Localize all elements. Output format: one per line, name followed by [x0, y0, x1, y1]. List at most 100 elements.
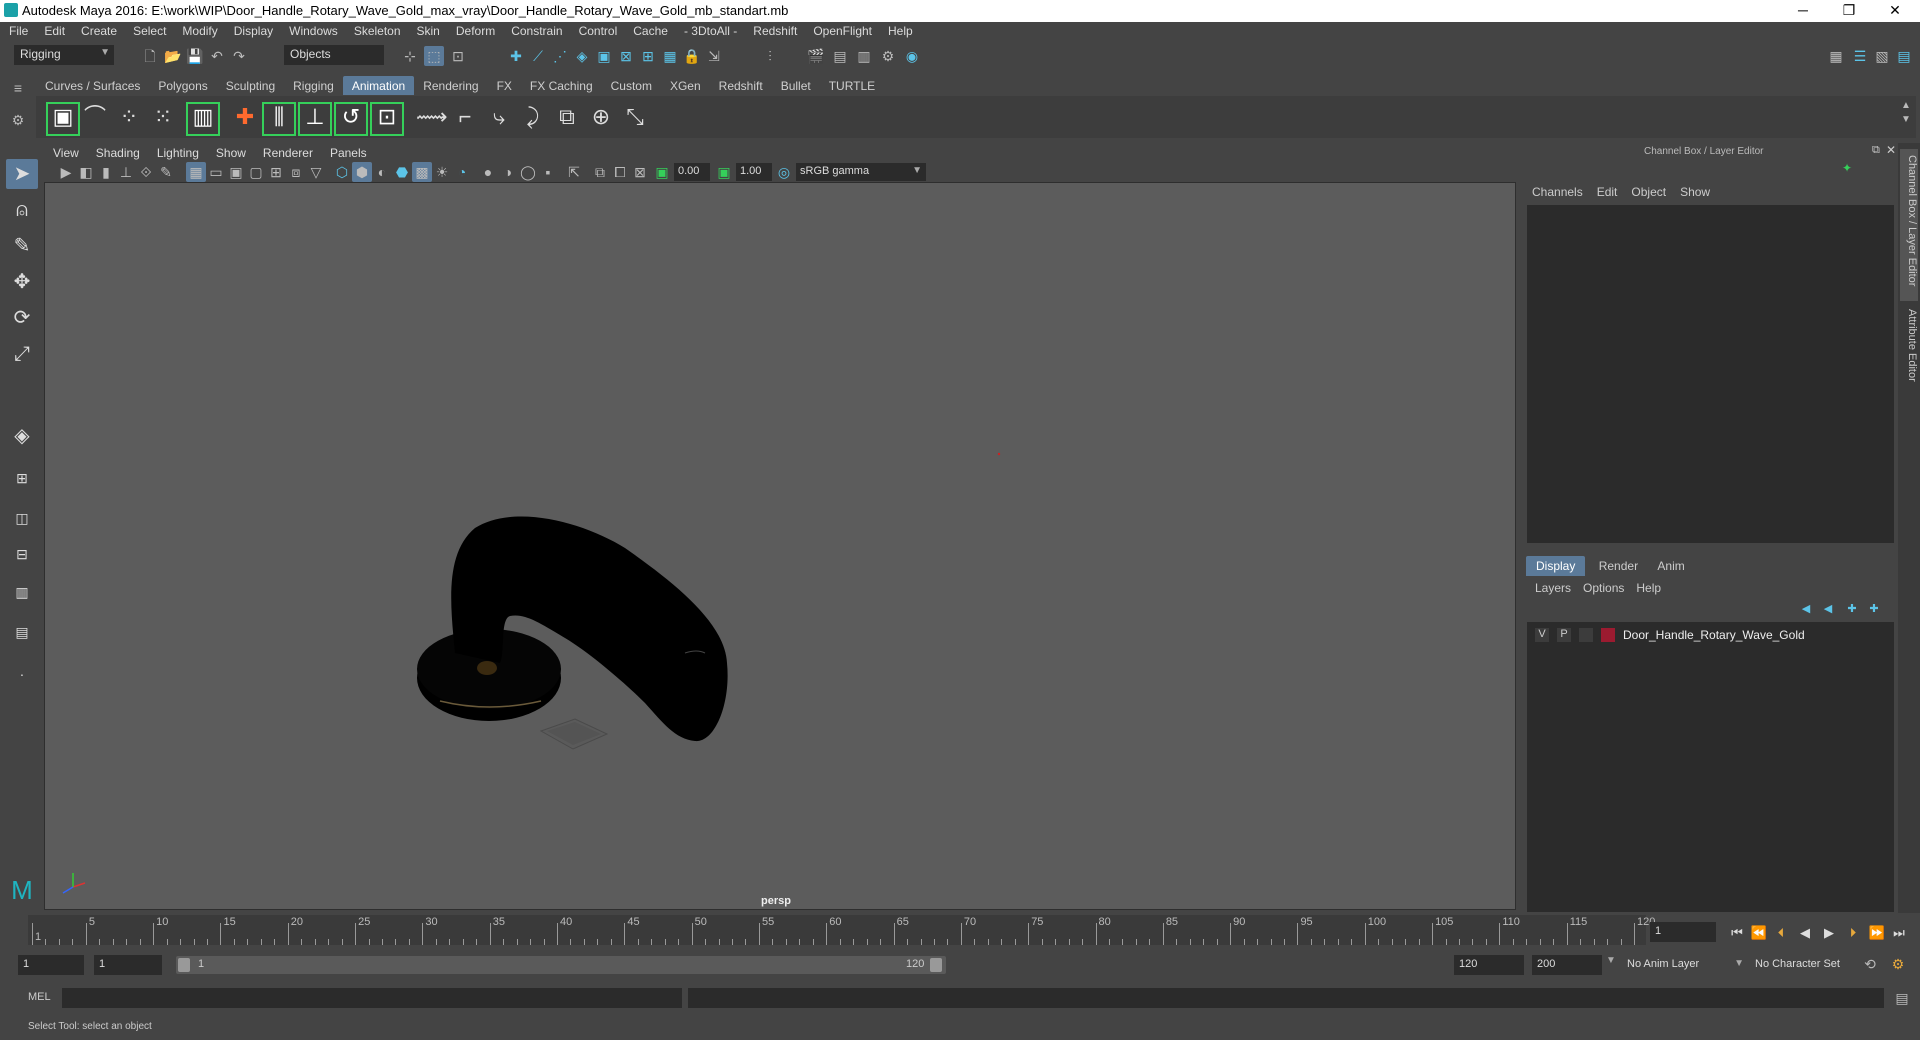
- select-tool-icon[interactable]: ➤: [6, 159, 38, 189]
- grease-pencil-icon[interactable]: ✎: [156, 162, 176, 182]
- exposure-icon[interactable]: ▣: [652, 162, 672, 182]
- textured-icon[interactable]: ⬣: [392, 162, 412, 182]
- ipr-render-icon[interactable]: ▥: [854, 46, 874, 66]
- viewport-menu-view[interactable]: View: [44, 143, 87, 160]
- scale-tool-icon[interactable]: ⤢: [6, 339, 38, 369]
- field-chart-icon[interactable]: ⊞: [266, 162, 286, 182]
- menu-edit[interactable]: Edit: [35, 22, 72, 38]
- edit-menu[interactable]: Edit: [1597, 185, 1618, 199]
- twod-pan-zoom-icon[interactable]: ⟐: [136, 162, 156, 182]
- save-scene-icon[interactable]: 💾: [185, 46, 205, 66]
- layer-name[interactable]: Door_Handle_Rotary_Wave_Gold: [1623, 628, 1805, 642]
- menu-skeleton[interactable]: Skeleton: [345, 22, 408, 38]
- perspective-viewport[interactable]: persp: [44, 182, 1516, 910]
- shelf-tab-polygons[interactable]: Polygons: [149, 76, 216, 95]
- set-key-icon[interactable]: ▣: [46, 102, 80, 136]
- channels-menu[interactable]: Channels: [1532, 185, 1583, 199]
- range-start-handle[interactable]: [178, 958, 190, 972]
- safe-action-icon[interactable]: ⧈: [286, 162, 306, 182]
- character-set-dropdown[interactable]: No Character Set: [1750, 955, 1872, 975]
- joint-tool-icon[interactable]: ⌐: [450, 102, 480, 132]
- menu-constrain[interactable]: Constrain: [502, 22, 569, 38]
- select-hierarchy-icon[interactable]: ⊹: [400, 46, 420, 66]
- menuset-dropdown[interactable]: Rigging ▼: [14, 45, 114, 65]
- layers-menu[interactable]: Layers: [1535, 581, 1571, 595]
- script-language-label[interactable]: MEL: [28, 991, 51, 1003]
- anti-aliasing-icon[interactable]: ◑: [498, 162, 518, 182]
- film-gate-icon[interactable]: ▭: [206, 162, 226, 182]
- undo-icon[interactable]: ↶: [207, 46, 227, 66]
- shelf-tab-sculpting[interactable]: Sculpting: [217, 76, 284, 95]
- unghost-icon[interactable]: ⁙: [148, 102, 178, 132]
- attribute-editor-side-tab[interactable]: Attribute Editor: [1900, 303, 1918, 415]
- snap-together-icon[interactable]: ⊞: [638, 46, 658, 66]
- paint-select-tool-icon[interactable]: ✎: [6, 231, 38, 261]
- select-camera-icon[interactable]: ▶: [56, 162, 76, 182]
- layer-help-menu[interactable]: Help: [1636, 581, 1661, 595]
- scale-constraint-icon[interactable]: ⊡: [370, 102, 404, 136]
- two-side-layout-icon[interactable]: ◫: [6, 503, 38, 533]
- render-settings-icon[interactable]: ⚙: [878, 46, 898, 66]
- motion-path-icon[interactable]: ⟿: [416, 102, 448, 132]
- shelf-scroll-down-icon[interactable]: ▼: [1896, 110, 1916, 130]
- wireframe-on-shaded-icon[interactable]: ◐: [372, 162, 392, 182]
- step-forward-key-icon[interactable]: ⏵: [1844, 924, 1862, 942]
- xray-joints-icon[interactable]: ⧉: [590, 162, 610, 182]
- go-to-start-icon[interactable]: ⏮: [1728, 924, 1746, 942]
- backface-culling-icon[interactable]: ⊠: [630, 162, 650, 182]
- mirror-joint-icon[interactable]: ⤡: [620, 102, 650, 132]
- single-perspective-layout-icon[interactable]: ◈: [6, 421, 38, 451]
- lock-icon[interactable]: 🔒: [682, 46, 702, 66]
- snap-view-plane-icon[interactable]: ◈: [572, 46, 592, 66]
- animation-preferences-icon[interactable]: ⚙: [1888, 954, 1908, 974]
- show-menu[interactable]: Show: [1680, 185, 1710, 199]
- step-back-frame-icon[interactable]: ⏪: [1750, 924, 1768, 942]
- menu-select[interactable]: Select: [124, 22, 173, 38]
- viewport-menu-panels[interactable]: Panels: [321, 143, 375, 160]
- menu-modify[interactable]: Modify: [173, 22, 224, 38]
- restore-button[interactable]: ❐: [1826, 0, 1872, 22]
- custom-layout-icon[interactable]: ·: [6, 659, 38, 689]
- command-input[interactable]: [62, 988, 682, 1008]
- menu-control[interactable]: Control: [570, 22, 625, 38]
- hypershade-icon[interactable]: ◉: [902, 46, 922, 66]
- orient-constraint-icon[interactable]: ↺: [334, 102, 368, 136]
- shelf-tab-animation[interactable]: Animation: [342, 76, 415, 95]
- bind-skin-icon[interactable]: ⧉: [552, 102, 582, 132]
- animation-end-field[interactable]: 200: [1532, 955, 1602, 975]
- new-layer-icon[interactable]: ✚: [1842, 599, 1862, 619]
- close-button[interactable]: ✕: [1872, 0, 1918, 22]
- viewport-menu-show[interactable]: Show: [207, 143, 254, 160]
- menu-create[interactable]: Create: [72, 22, 124, 38]
- snap-surface-icon[interactable]: ⊠: [616, 46, 636, 66]
- motion-blur-icon[interactable]: ●: [478, 162, 498, 182]
- channel-box-side-tab[interactable]: Channel Box / Layer Editor: [1900, 149, 1918, 301]
- outliner-layout-icon[interactable]: ▥: [6, 577, 38, 607]
- menu-3dtoall[interactable]: - 3DtoAll -: [675, 22, 744, 38]
- depth-of-field-icon[interactable]: ◯: [518, 162, 538, 182]
- menu-openflight[interactable]: OpenFlight: [804, 22, 879, 38]
- current-frame-field[interactable]: 1: [1650, 922, 1716, 942]
- shelf-tab-rigging[interactable]: Rigging: [284, 76, 343, 95]
- door-handle-mesh[interactable]: [417, 516, 728, 742]
- ik-handle-icon[interactable]: ⤷: [484, 102, 514, 132]
- time-slider[interactable]: 1 5 10 15 20 25 30 35 40 45 50 55 60 65 70 75 80 85 90 95 10…: [28, 915, 1655, 945]
- shelf-settings-icon[interactable]: ⚙: [8, 110, 28, 130]
- go-to-end-icon[interactable]: ⏭: [1890, 924, 1908, 942]
- snap-curve-icon[interactable]: ⟋: [528, 46, 548, 66]
- script-editor-icon[interactable]: ▤: [1892, 988, 1912, 1008]
- wireframe-icon[interactable]: ⬡: [332, 162, 352, 182]
- grid-icon[interactable]: ▦: [186, 162, 206, 182]
- shelf-tab-rendering[interactable]: Rendering: [414, 76, 487, 95]
- shelf-tab-turtle[interactable]: TURTLE: [820, 76, 884, 95]
- ambient-occlusion-icon[interactable]: ◔: [452, 162, 472, 182]
- open-scene-icon[interactable]: 📂: [163, 46, 183, 66]
- create-locator-icon[interactable]: ✚: [230, 102, 260, 132]
- shadows-icon[interactable]: ☀: [432, 162, 452, 182]
- paint-weights-icon[interactable]: ⊕: [586, 102, 616, 132]
- shelf-menu-icon[interactable]: ≡: [8, 78, 28, 98]
- modeling-toolkit-icon[interactable]: ▦: [1826, 46, 1846, 66]
- lasso-tool-icon[interactable]: ⍝: [6, 195, 38, 225]
- gate-mask-icon[interactable]: ▢: [246, 162, 266, 182]
- image-plane-icon[interactable]: ⊥: [116, 162, 136, 182]
